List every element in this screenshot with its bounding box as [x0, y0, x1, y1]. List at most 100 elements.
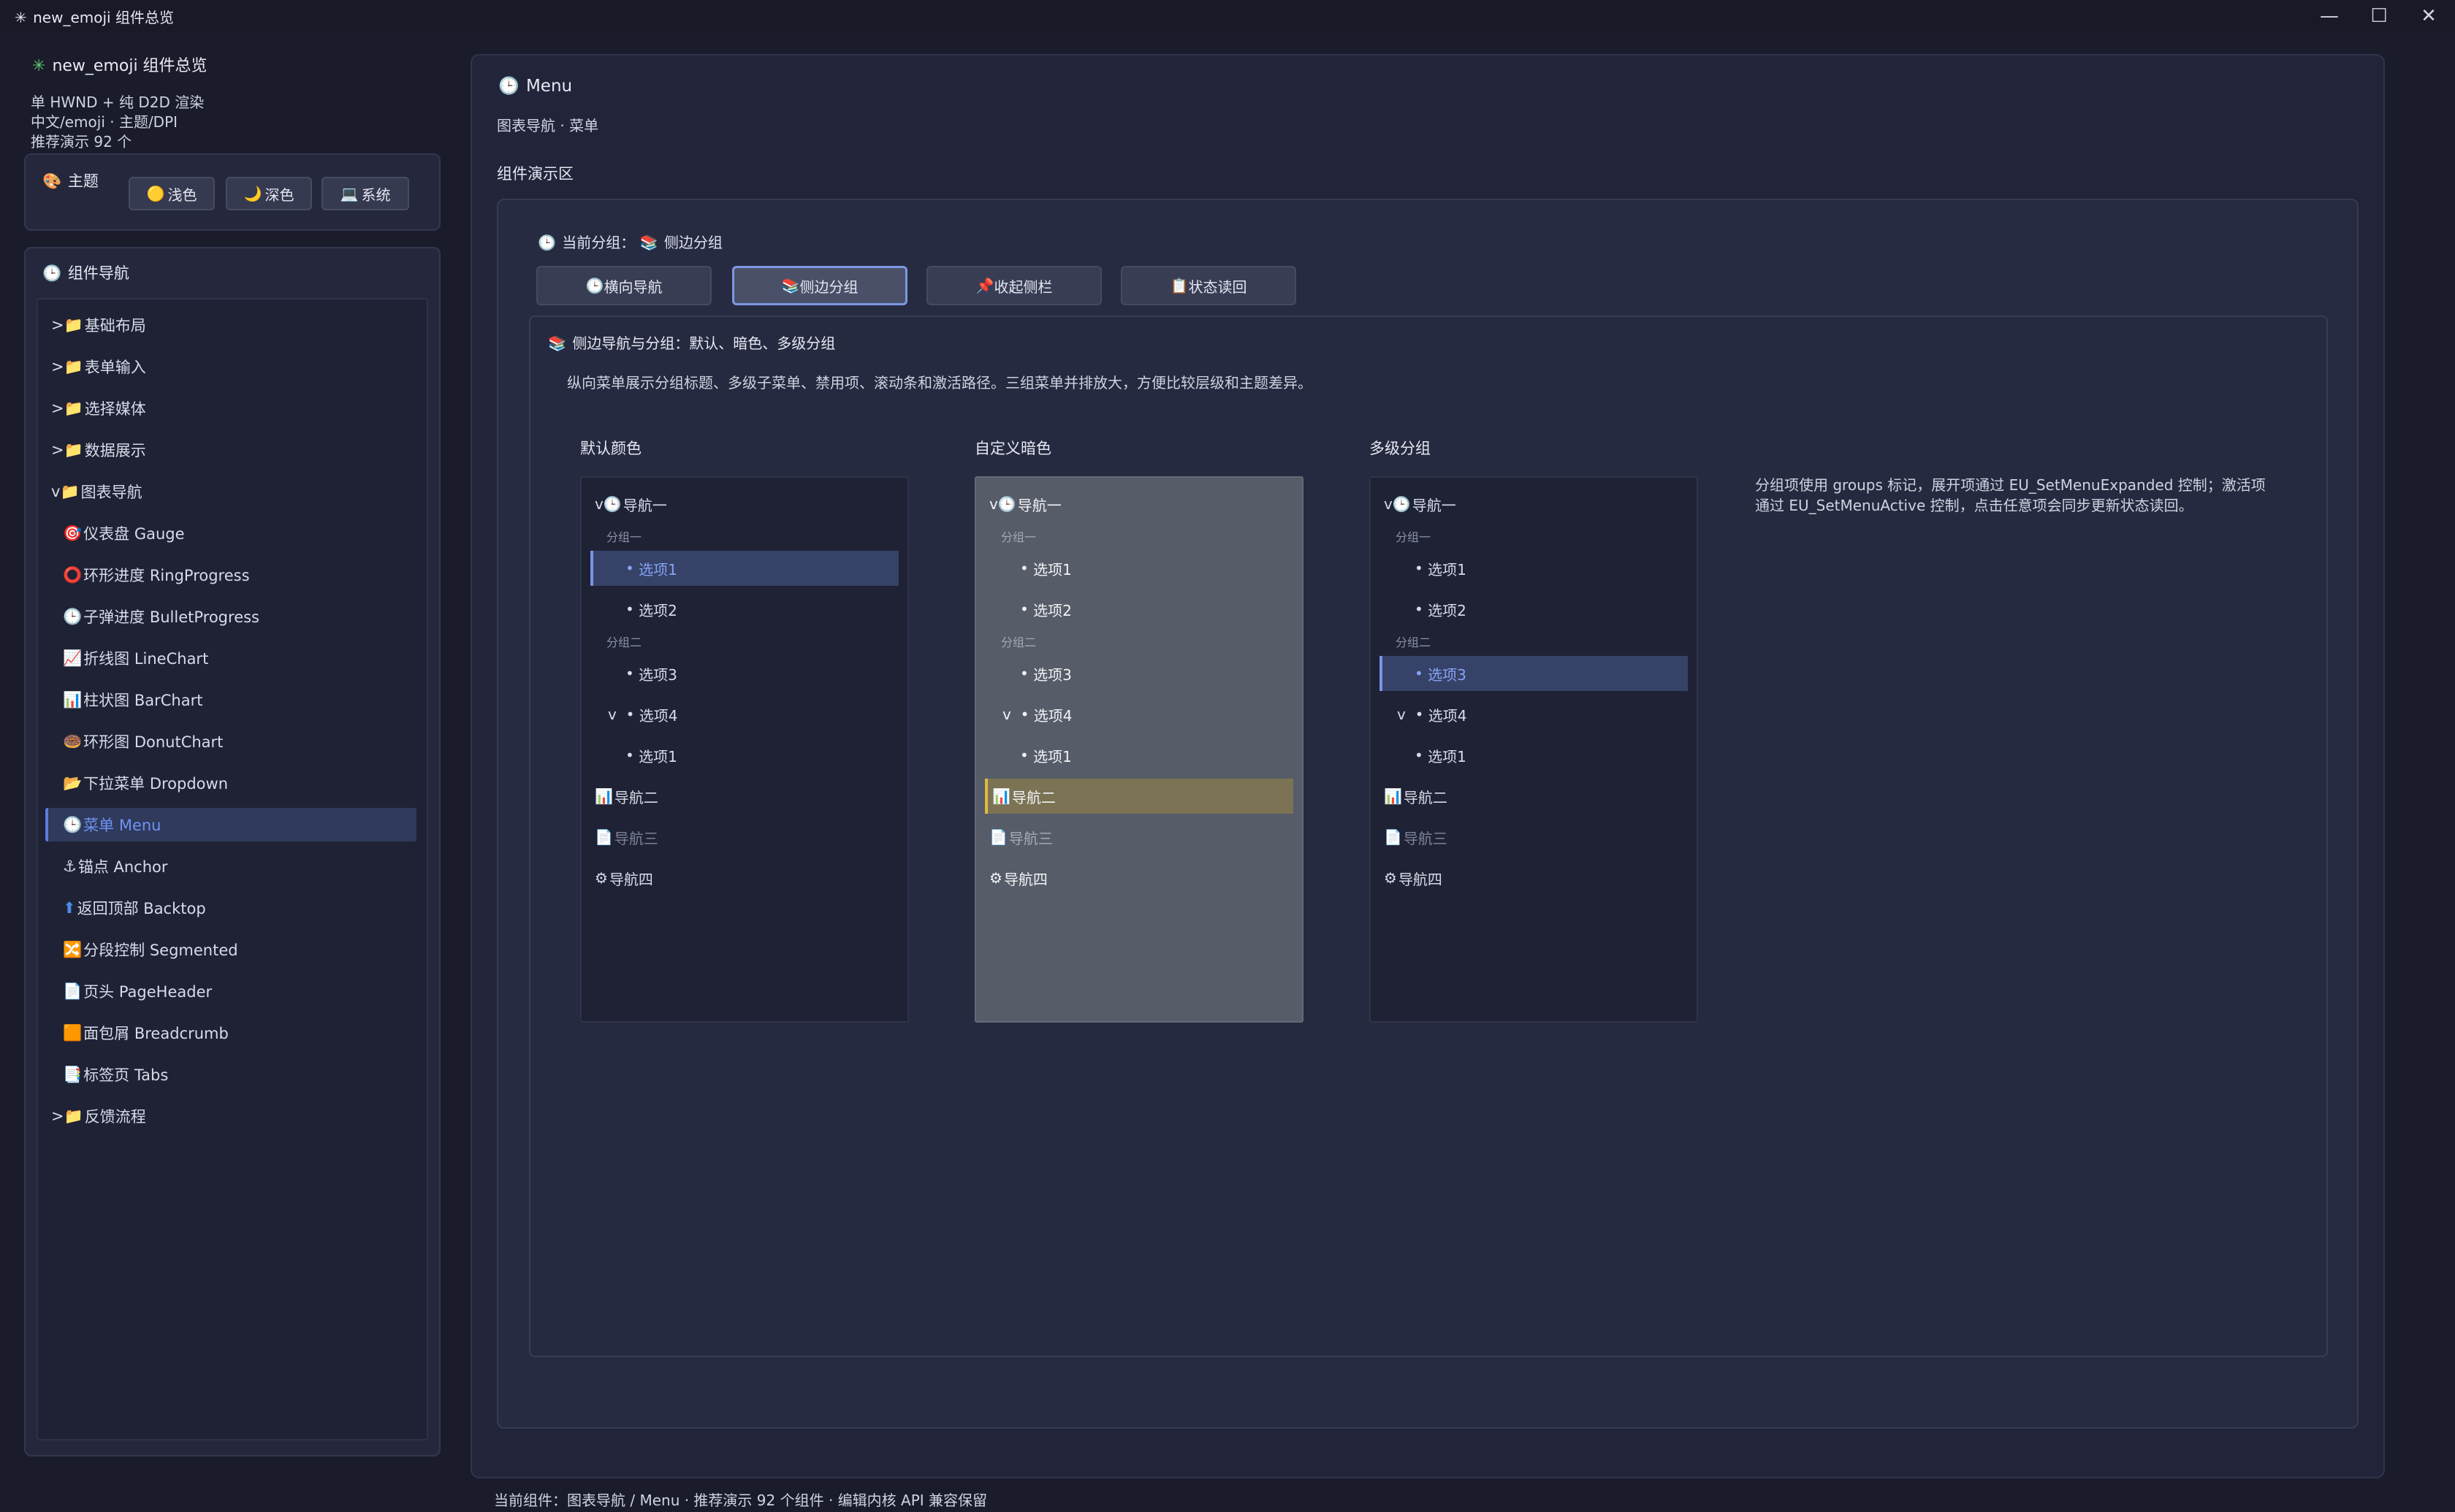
pin-icon: 📌: [975, 277, 994, 294]
menu-item-opt1[interactable]: • 选项1: [590, 551, 899, 586]
column-title-multilevel: 多级分组: [1369, 440, 1431, 457]
tab-label: 横向导航: [604, 278, 663, 296]
bullet-icon: •: [1415, 560, 1428, 577]
close-button[interactable]: ✕: [2405, 3, 2452, 29]
gear-icon: ⚙: [989, 869, 1002, 887]
nav-item-segmented[interactable]: 🔀 分段控制 Segmented: [63, 933, 428, 966]
menu-item-opt4[interactable]: v • 选项4: [582, 697, 907, 732]
menu-item-label: 导航三: [614, 829, 658, 847]
puzzle-icon: ✳: [15, 9, 27, 26]
page-icon: 📄: [989, 828, 1008, 846]
menu-item-nav4[interactable]: ⚙ 导航四: [582, 860, 907, 896]
tab-collapse-sidebar[interactable]: 📌 收起侧栏: [926, 266, 1102, 305]
nav-item-label: 基础布局: [84, 317, 146, 335]
menu-item-sub-opt1[interactable]: • 选项1: [582, 738, 907, 773]
shuffle-icon: 🔀: [63, 940, 83, 958]
up-arrow-icon: ⬆: [63, 899, 76, 917]
menu-item-sub-opt1[interactable]: • 选项1: [1371, 738, 1697, 773]
menu-item-opt2[interactable]: • 选项2: [976, 592, 1302, 627]
bullet-icon: •: [1020, 560, 1034, 577]
demo-area-label: 组件演示区: [497, 165, 574, 183]
nav-item-ring-progress[interactable]: ⭕ 环形进度 RingProgress: [63, 558, 428, 592]
tab-label: 收起侧栏: [994, 278, 1053, 296]
menu-item-nav1[interactable]: v 🕒 导航一: [582, 486, 907, 522]
nav-item-form-input[interactable]: > 📁 表单输入: [51, 350, 416, 383]
nav-item-label: 面包屑 Breadcrumb: [83, 1025, 229, 1042]
menu-item-label: 选项3: [1428, 665, 1466, 684]
menu-item-nav1[interactable]: v 🕒 导航一: [1371, 486, 1697, 522]
nav-item-label: 折线图 LineChart: [83, 650, 209, 668]
sidebar-info-line: 中文/emoji · 主题/DPI: [31, 113, 178, 131]
nav-item-bar-chart[interactable]: 📊 柱状图 BarChart: [63, 683, 428, 717]
menu-item-nav4[interactable]: ⚙ 导航四: [1371, 860, 1697, 896]
menu-item-label: 选项4: [1033, 706, 1073, 725]
menu-item-opt3[interactable]: • 选项3: [582, 656, 907, 691]
menu-item-nav1[interactable]: v 🕒 导航一: [976, 486, 1302, 522]
nav-item-label: 菜单 Menu: [83, 817, 161, 834]
theme-system-button[interactable]: 💻 系统: [321, 177, 409, 210]
folder-icon: 📁: [64, 316, 83, 334]
bullet-icon: •: [1020, 706, 1034, 723]
menu-item-label: 选项1: [1033, 747, 1072, 765]
menu-group-2: 分组二: [606, 635, 642, 649]
nav-item-gauge[interactable]: 🎯 仪表盘 Gauge: [63, 516, 428, 550]
menu-item-opt2[interactable]: • 选项2: [1371, 592, 1697, 627]
menu-group-2: 分组二: [1396, 635, 1431, 649]
menu-item-nav2[interactable]: 📊 导航二: [582, 779, 907, 814]
tab-horizontal-nav[interactable]: 🕒 横向导航: [536, 266, 712, 305]
maximize-button[interactable]: ☐: [2356, 3, 2402, 29]
nav-item-breadcrumb[interactable]: 🟧 面包屑 Breadcrumb: [63, 1016, 428, 1050]
status-bar: 当前组件：图表导航 / Menu · 推荐演示 92 个组件 · 编辑内核 AP…: [494, 1492, 988, 1509]
nav-item-data-display[interactable]: > 📁 数据展示: [51, 433, 416, 467]
menu-item-opt2[interactable]: • 选项2: [582, 592, 907, 627]
bullet-icon: •: [1415, 706, 1428, 723]
theme-dark-button[interactable]: 🌙 深色: [226, 177, 312, 210]
menu-item-nav2[interactable]: 📊 导航二: [1371, 779, 1697, 814]
nav-item-feedback[interactable]: > 📁 反馈流程: [51, 1099, 416, 1133]
menu-item-opt1[interactable]: • 选项1: [1371, 551, 1697, 586]
tab-side-group[interactable]: 📚 侧边分组: [732, 266, 907, 305]
nav-item-select-media[interactable]: > 📁 选择媒体: [51, 392, 416, 425]
nav-item-dropdown[interactable]: 📂 下拉菜单 Dropdown: [63, 766, 428, 800]
menu-item-nav4[interactable]: ⚙ 导航四: [976, 860, 1302, 896]
theme-light-button[interactable]: 🟡 浅色: [129, 177, 215, 210]
nav-item-line-chart[interactable]: 📈 折线图 LineChart: [63, 641, 428, 675]
menu-item-opt1[interactable]: • 选项1: [976, 551, 1302, 586]
nav-item-label: 返回顶部 Backtop: [77, 900, 206, 917]
menu-item-nav2[interactable]: 📊 导航二: [985, 779, 1293, 814]
theme-label-text: 主题: [67, 172, 99, 190]
menu-item-sub-opt1[interactable]: • 选项1: [976, 738, 1302, 773]
collapse-arrow-icon: v: [1002, 706, 1021, 723]
minimize-button[interactable]: —: [2306, 3, 2353, 29]
nav-item-label: 环形进度 RingProgress: [83, 567, 250, 584]
bullet-icon: •: [1415, 600, 1428, 618]
nav-item-tabs[interactable]: 📑 标签页 Tabs: [63, 1058, 428, 1091]
nav-item-menu[interactable]: 🕒 菜单 Menu: [45, 808, 416, 841]
page-title-text: Menu: [525, 77, 573, 96]
nav-item-bullet-progress[interactable]: 🕒 子弹进度 BulletProgress: [63, 600, 428, 633]
menu-item-label: 导航四: [609, 870, 653, 888]
menu-item-label: 导航一: [1017, 496, 1062, 514]
nav-item-page-header[interactable]: 📄 页头 PageHeader: [63, 974, 428, 1008]
nav-item-anchor[interactable]: ⚓ 锚点 Anchor: [63, 849, 428, 883]
nav-item-label: 锚点 Anchor: [77, 858, 168, 876]
bullet-icon: •: [1415, 747, 1428, 764]
menu-item-opt4[interactable]: v • 选项4: [1371, 697, 1697, 732]
menu-item-label: 选项1: [639, 747, 677, 765]
menu-item-opt4[interactable]: v • 选项4: [976, 697, 1302, 732]
clock-icon: 🕒: [42, 264, 62, 282]
menu-group-1: 分组一: [1396, 530, 1431, 544]
menu-item-label: 选项3: [639, 665, 677, 684]
expand-arrow-icon: >: [51, 358, 64, 375]
collapse-arrow-icon: v: [608, 706, 626, 723]
menu-item-opt3[interactable]: • 选项3: [976, 656, 1302, 691]
collapse-arrow-icon: v: [1384, 495, 1393, 513]
nav-item-backtop[interactable]: ⬆ 返回顶部 Backtop: [63, 891, 428, 925]
tab-state-readback[interactable]: 📋 状态读回: [1121, 266, 1296, 305]
sidebar-info-line: 推荐演示 92 个: [31, 133, 132, 150]
nav-item-chart-nav[interactable]: v 📁 图表导航: [51, 475, 416, 508]
nav-item-basic-layout[interactable]: > 📁 基础布局: [51, 308, 416, 342]
folder-icon: 📁: [64, 399, 83, 417]
nav-item-donut-chart[interactable]: 🍩 环形图 DonutChart: [63, 725, 428, 758]
menu-item-opt3[interactable]: • 选项3: [1379, 656, 1688, 691]
